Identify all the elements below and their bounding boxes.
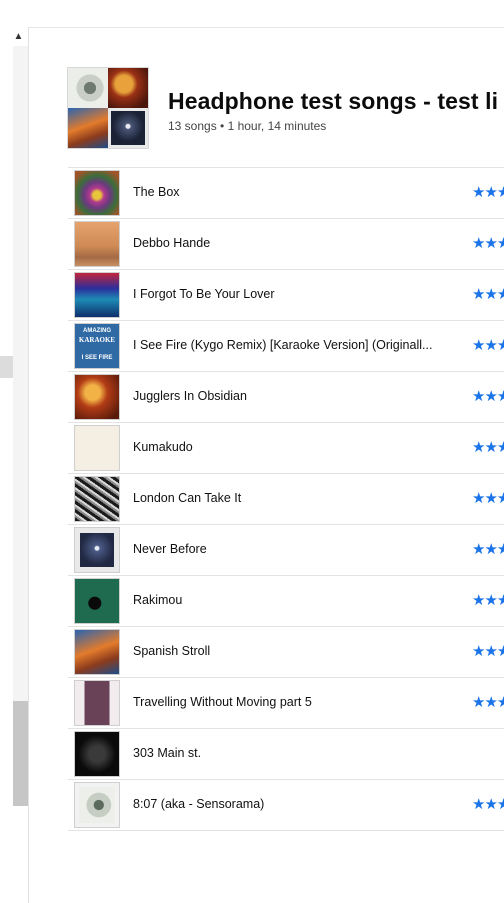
playlist-header: Headphone test songs - test li 13 songs …	[68, 68, 504, 148]
album-art	[75, 426, 119, 470]
title-bar	[0, 0, 504, 28]
star-rating[interactable]: ★★★	[472, 336, 504, 354]
album-art	[75, 783, 119, 827]
song-title: Travelling Without Moving part 5	[133, 695, 312, 709]
song-list: The Box ★★★ Debbo Hande ★★★ I Forgot To …	[68, 167, 504, 831]
cover-tile	[108, 108, 148, 148]
star-rating[interactable]: ★★★	[472, 591, 504, 609]
song-row[interactable]: Spanish Stroll ★★★	[68, 627, 504, 678]
star-rating[interactable]: ★★★	[472, 795, 504, 813]
star-rating[interactable]: ★★★	[472, 183, 504, 201]
star-rating[interactable]: ★★★	[472, 540, 504, 558]
song-row[interactable]: I Forgot To Be Your Lover ★★★	[68, 270, 504, 321]
song-title: I See Fire (Kygo Remix) [Karaoke Version…	[133, 338, 433, 352]
song-row[interactable]: Never Before ★★★	[68, 525, 504, 576]
song-title: Debbo Hande	[133, 236, 211, 250]
song-title: Spanish Stroll	[133, 644, 211, 658]
song-row[interactable]: Debbo Hande ★★★	[68, 219, 504, 270]
star-rating[interactable]: ★★★	[472, 642, 504, 660]
star-rating[interactable]: ★★★	[472, 285, 504, 303]
star-rating[interactable]: ★★★	[472, 489, 504, 507]
star-rating[interactable]: ★★★	[472, 234, 504, 252]
song-title: Never Before	[133, 542, 207, 556]
song-row[interactable]: London Can Take It ★★★	[68, 474, 504, 525]
song-title: 303 Main st.	[133, 746, 202, 760]
album-art	[75, 732, 119, 776]
playlist-subtitle: 13 songs • 1 hour, 14 minutes	[168, 119, 327, 133]
song-row[interactable]: 303 Main st.	[68, 729, 504, 780]
cover-tile	[68, 68, 108, 108]
scroll-up-icon[interactable]: ▲	[13, 31, 24, 42]
album-art	[75, 171, 119, 215]
song-row[interactable]: Rakimou ★★★	[68, 576, 504, 627]
album-art	[75, 579, 119, 623]
sidebar-marker	[0, 356, 13, 378]
album-art	[75, 222, 119, 266]
album-art	[75, 375, 119, 419]
song-row[interactable]: Kumakudo ★★★	[68, 423, 504, 474]
song-title: 8:07 (aka - Sensorama)	[133, 797, 265, 811]
cover-tile	[108, 68, 148, 108]
album-art	[75, 630, 119, 674]
playlist-title: Headphone test songs - test li	[168, 88, 499, 114]
song-title: The Box	[133, 185, 180, 199]
song-title: Kumakudo	[133, 440, 193, 454]
album-art	[75, 477, 119, 521]
scrollbar-thumb[interactable]	[13, 701, 28, 806]
cover-tile	[68, 108, 108, 148]
song-title: London Can Take It	[133, 491, 242, 505]
star-rating[interactable]: ★★★	[472, 438, 504, 456]
song-title: Jugglers In Obsidian	[133, 389, 247, 403]
song-row[interactable]: The Box ★★★	[68, 168, 504, 219]
star-rating[interactable]: ★★★	[472, 693, 504, 711]
playlist-cover[interactable]	[68, 68, 148, 148]
song-title: I Forgot To Be Your Lover	[133, 287, 275, 301]
song-row[interactable]: Travelling Without Moving part 5 ★★★	[68, 678, 504, 729]
album-art	[75, 273, 119, 317]
song-row[interactable]: 8:07 (aka - Sensorama) ★★★	[68, 780, 504, 831]
album-art	[75, 681, 119, 725]
scrollbar-track[interactable]	[13, 46, 28, 806]
album-art-text: KARAOKE	[78, 336, 116, 344]
song-title: Rakimou	[133, 593, 183, 607]
star-rating[interactable]: ★★★	[472, 387, 504, 405]
song-row[interactable]: AMAZING KARAOKE I SEE FIRE I See Fire (K…	[68, 321, 504, 372]
album-art: AMAZING KARAOKE I SEE FIRE	[75, 324, 119, 368]
album-art-text: I SEE FIRE	[81, 355, 113, 361]
album-art-text: AMAZING	[83, 328, 111, 334]
album-art	[75, 528, 119, 572]
song-row[interactable]: Jugglers In Obsidian ★★★	[68, 372, 504, 423]
